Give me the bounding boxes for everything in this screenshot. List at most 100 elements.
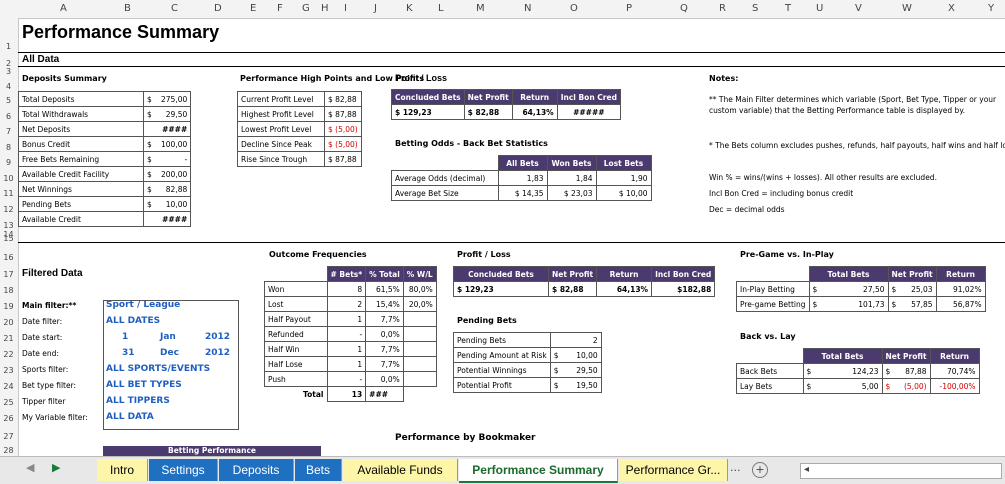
fpl-net-profit-value[interactable]: $ 82,88 (547, 281, 598, 297)
odds-value[interactable]: 1,83 (497, 170, 548, 186)
col-b[interactable]: B (124, 3, 131, 14)
backlay-value[interactable]: $ (802, 363, 816, 379)
col-j[interactable]: J (374, 3, 377, 14)
col-s[interactable]: S (752, 3, 758, 14)
outcome-value[interactable]: 1 (326, 341, 367, 357)
pl-net-profit-value[interactable]: $ 82,88 (463, 104, 513, 120)
outcome-value[interactable]: 20,0% (402, 296, 437, 312)
outcome-value[interactable] (402, 341, 437, 357)
row-15[interactable]: 15 (0, 234, 17, 243)
outcome-value[interactable] (402, 326, 437, 342)
odds-value[interactable]: $ 23,03 (546, 185, 597, 201)
col-y[interactable]: Y (988, 3, 994, 14)
deposits-value[interactable]: 29,50 (158, 106, 192, 122)
backlay-value[interactable]: $ (881, 378, 895, 394)
outcome-value[interactable] (402, 371, 437, 387)
row-26[interactable]: 26 (0, 414, 17, 423)
row-24[interactable]: 24 (0, 382, 17, 391)
row-18[interactable]: 18 (0, 286, 17, 295)
pl-concluded-value[interactable]: $ 129,23 (391, 104, 465, 120)
col-g[interactable]: G (302, 3, 310, 14)
outcome-value[interactable]: 15,4% (365, 296, 404, 312)
pregame-value[interactable]: $ (887, 281, 901, 297)
fpl-incl-bon-value[interactable]: $182,88 (651, 281, 716, 297)
outcome-value[interactable]: 2 (326, 296, 367, 312)
outcome-value[interactable]: 1 (326, 356, 367, 372)
tab-intro[interactable]: Intro (97, 459, 148, 481)
backlay-value[interactable]: 5,00 (815, 378, 883, 394)
backlay-value[interactable]: 87,88 (894, 363, 931, 379)
outcome-value[interactable]: 7,7% (365, 311, 404, 327)
col-c[interactable]: C (171, 3, 178, 14)
scroll-left-icon[interactable]: ◀ (26, 461, 34, 474)
row-17[interactable]: 17 (0, 270, 17, 279)
pregame-value[interactable]: $ (808, 296, 822, 312)
pl-incl-bon-value[interactable]: ##### (556, 104, 621, 120)
outcome-value[interactable]: 1 (326, 311, 367, 327)
backlay-value[interactable]: -100,00% (930, 378, 980, 394)
pending-value[interactable]: 2 (564, 332, 602, 348)
pl-return-value[interactable]: 64,13% (511, 104, 558, 120)
backlay-value[interactable]: 124,23 (815, 363, 883, 379)
row-19[interactable]: 19 (0, 302, 17, 311)
pregame-value[interactable]: 91,02% (936, 281, 986, 297)
row-9[interactable]: 9 (0, 158, 17, 167)
col-o[interactable]: O (570, 3, 578, 14)
tab-available-funds[interactable]: Available Funds (343, 459, 458, 481)
row-25[interactable]: 25 (0, 398, 17, 407)
odds-value[interactable]: 1,90 (595, 170, 652, 186)
backlay-value[interactable]: $ (802, 378, 816, 394)
row-23[interactable]: 23 (0, 366, 17, 375)
outcome-value[interactable]: - (326, 371, 367, 387)
deposits-value[interactable]: #### (158, 121, 192, 137)
col-k[interactable]: K (406, 3, 413, 14)
row-13[interactable]: 13 (0, 221, 17, 230)
pending-value[interactable]: 29,50 (564, 362, 602, 378)
deposits-value[interactable]: - (158, 151, 192, 167)
row-6[interactable]: 6 (0, 112, 17, 121)
row-1[interactable]: 1 (0, 42, 17, 51)
tab-bets[interactable]: Bets (295, 459, 342, 481)
pregame-value[interactable]: $ (808, 281, 822, 297)
pregame-value[interactable]: 57,85 (900, 296, 937, 312)
outcome-value[interactable] (402, 311, 437, 327)
tab-settings[interactable]: Settings (149, 459, 218, 481)
outcome-value[interactable]: 7,7% (365, 341, 404, 357)
outcome-value[interactable]: 80,0% (402, 281, 437, 297)
col-t[interactable]: T (785, 3, 791, 14)
col-m[interactable]: M (476, 3, 485, 14)
high-points-value[interactable]: $ (5,00) (324, 136, 362, 152)
high-points-value[interactable]: $ (5,00) (324, 121, 362, 137)
deposits-value[interactable]: 100,00 (158, 136, 192, 152)
col-p[interactable]: P (626, 3, 632, 14)
row-8[interactable]: 8 (0, 143, 17, 152)
outcome-value[interactable] (402, 356, 437, 372)
fpl-concluded-value[interactable]: $ 129,23 (453, 281, 549, 297)
backlay-value[interactable]: $ (881, 363, 895, 379)
pregame-value[interactable]: $ (887, 296, 901, 312)
high-points-value[interactable]: $ 82,88 (324, 91, 362, 107)
fpl-return-value[interactable]: 64,13% (596, 281, 653, 297)
col-v[interactable]: V (855, 3, 862, 14)
pending-value[interactable]: 10,00 (564, 347, 602, 363)
col-x[interactable]: X (948, 3, 955, 14)
deposits-value[interactable]: 275,00 (158, 91, 192, 107)
row-4[interactable]: 4 (0, 82, 17, 91)
row-7[interactable]: 7 (0, 127, 17, 136)
pregame-value[interactable]: 25,03 (900, 281, 937, 297)
deposits-value[interactable]: #### (158, 211, 192, 227)
row-21[interactable]: 21 (0, 334, 17, 343)
odds-value[interactable]: $ 10,00 (595, 185, 652, 201)
col-w[interactable]: W (902, 3, 912, 14)
outcome-value[interactable]: 0,0% (365, 371, 404, 387)
odds-value[interactable]: 1,84 (546, 170, 597, 186)
outcome-value[interactable]: - (326, 326, 367, 342)
outcome-value[interactable]: 7,7% (365, 356, 404, 372)
tab-performance-summary[interactable]: Performance Summary (459, 459, 618, 483)
deposits-value[interactable]: 10,00 (158, 196, 192, 212)
row-3[interactable]: 3 (0, 67, 17, 76)
row-28[interactable]: 28 (0, 446, 17, 455)
high-points-value[interactable]: $ 87,88 (324, 106, 362, 122)
outcome-value[interactable]: 0,0% (365, 326, 404, 342)
row-10[interactable]: 10 (0, 174, 17, 183)
